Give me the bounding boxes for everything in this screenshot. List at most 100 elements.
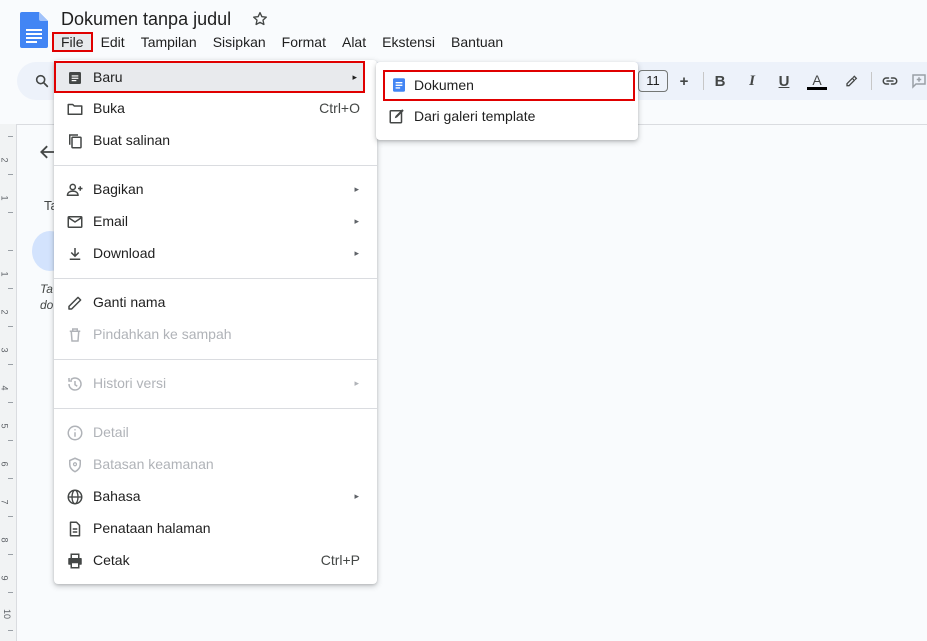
outline-hint-line: Ta: [40, 282, 53, 296]
menu-item-label: Download: [93, 245, 156, 261]
menu-divider: [54, 408, 377, 409]
menu-insert[interactable]: Sisipkan: [205, 32, 274, 52]
menu-extensions[interactable]: Ekstensi: [374, 32, 443, 52]
ruler-tick: [8, 516, 13, 517]
ruler-tick: [8, 212, 13, 213]
menu-item-new[interactable]: Baru ▸: [54, 61, 365, 93]
ruler-number: 2: [0, 309, 10, 315]
menu-view[interactable]: Tampilan: [133, 32, 205, 52]
menu-file[interactable]: File: [52, 32, 93, 52]
menu-item-label: Histori versi: [93, 375, 167, 391]
add-comment-icon[interactable]: [908, 70, 927, 92]
template-icon: [388, 107, 406, 125]
menu-item-page-setup[interactable]: Penataan halaman: [54, 512, 377, 544]
ruler-number: 2: [0, 157, 10, 163]
email-icon: [66, 213, 84, 231]
menu-item-label: Baru: [93, 69, 123, 85]
highlight-color-icon[interactable]: [840, 70, 862, 92]
ruler-tick: [8, 364, 13, 365]
menu-item-label: Bahasa: [93, 488, 141, 504]
ruler-number: 10: [2, 608, 13, 620]
submenu-item-label: Dari galeri template: [414, 108, 536, 124]
menu-item-language[interactable]: Bahasa ▸: [54, 480, 377, 512]
document-title[interactable]: Dokumen tanpa judul: [61, 9, 231, 30]
menu-tools[interactable]: Alat: [334, 32, 374, 52]
ruler-number: 3: [0, 347, 10, 353]
menu-item-email[interactable]: Email ▸: [54, 205, 377, 237]
menu-item-rename[interactable]: Ganti nama: [54, 286, 377, 318]
globe-icon: [66, 488, 84, 506]
page-setup-icon: [66, 520, 84, 538]
submenu-item-label: Dokumen: [414, 77, 474, 93]
ruler-tick: [8, 174, 13, 175]
folder-icon: [66, 100, 84, 118]
menu-divider: [54, 165, 377, 166]
menu-item-details: Detail: [54, 416, 377, 448]
submenu-arrow-icon: ▸: [352, 71, 357, 82]
menu-item-label: Buka: [93, 100, 125, 116]
ruler-tick: [8, 592, 13, 593]
menu-item-make-copy[interactable]: Buat salinan: [54, 124, 377, 156]
toolbar-divider: [871, 72, 872, 90]
outline-hint-line: do: [40, 298, 54, 312]
trash-icon: [66, 326, 84, 344]
text-color-button[interactable]: A: [806, 70, 828, 92]
submenu-item-document[interactable]: Dokumen: [383, 70, 635, 101]
shortcut-label: Ctrl+P: [320, 552, 360, 568]
ruler-number: 6: [0, 461, 10, 467]
menu-item-label: Email: [93, 213, 129, 229]
printer-icon: [66, 552, 84, 570]
menu-bar: File Edit Tampilan Sisipkan Format Alat …: [52, 32, 511, 52]
menu-item-label: Cetak: [93, 552, 130, 568]
submenu-arrow-icon: ▸: [354, 215, 359, 226]
bold-button[interactable]: B: [709, 70, 731, 92]
menu-item-print[interactable]: Cetak Ctrl+P: [54, 544, 377, 576]
person-add-icon: [66, 181, 84, 199]
menu-edit[interactable]: Edit: [93, 32, 133, 52]
ruler-number: 1: [0, 271, 10, 277]
font-size-input[interactable]: 11: [638, 70, 668, 92]
menu-item-download[interactable]: Download ▸: [54, 237, 377, 269]
submenu-arrow-icon: ▸: [354, 183, 359, 194]
download-icon: [66, 245, 84, 263]
document-icon: [66, 69, 84, 87]
menu-divider: [54, 278, 377, 279]
menu-item-label: Penataan halaman: [93, 520, 211, 536]
text-color-bar: [807, 86, 827, 90]
ruler-tick: [8, 136, 13, 137]
menu-item-security-limits: Batasan keamanan: [54, 448, 377, 480]
increase-font-size-button[interactable]: +: [673, 70, 695, 92]
ruler-tick: [8, 630, 13, 631]
menu-item-share[interactable]: Bagikan ▸: [54, 173, 377, 205]
italic-button[interactable]: I: [741, 70, 763, 92]
menu-item-label: Batasan keamanan: [93, 456, 214, 472]
ruler-number: 8: [0, 537, 10, 543]
menu-item-move-to-trash: Pindahkan ke sampah: [54, 318, 377, 350]
ruler-tick: [8, 478, 13, 479]
menu-item-label: Buat salinan: [93, 132, 171, 148]
shortcut-label: Ctrl+O: [319, 100, 360, 116]
shield-icon: [66, 456, 84, 474]
ruler-tick: [8, 440, 13, 441]
menu-item-open[interactable]: Buka Ctrl+O: [54, 92, 377, 124]
docs-logo-icon[interactable]: [20, 12, 48, 48]
underline-button[interactable]: U: [773, 70, 795, 92]
ruler-tick: [8, 326, 13, 327]
ruler-number: 7: [0, 499, 10, 505]
ruler-number: 4: [0, 385, 10, 391]
text-color-label: A: [812, 71, 822, 88]
star-icon[interactable]: [251, 10, 269, 28]
menu-item-label: Detail: [93, 424, 129, 440]
menu-format[interactable]: Format: [274, 32, 334, 52]
menu-item-label: Bagikan: [93, 181, 144, 197]
submenu-arrow-icon: ▸: [354, 247, 359, 258]
pencil-icon: [66, 294, 84, 312]
menu-item-label: Pindahkan ke sampah: [93, 326, 232, 342]
submenu-item-template-gallery[interactable]: Dari galeri template: [376, 101, 638, 131]
vertical-ruler[interactable]: 2 1 1 2 3 4 5 6 7 8 9 10: [0, 124, 17, 641]
menu-item-label: Ganti nama: [93, 294, 166, 310]
copy-icon: [66, 132, 84, 150]
insert-link-icon[interactable]: [879, 70, 901, 92]
menu-help[interactable]: Bantuan: [443, 32, 511, 52]
search-menus-icon[interactable]: [34, 73, 50, 89]
